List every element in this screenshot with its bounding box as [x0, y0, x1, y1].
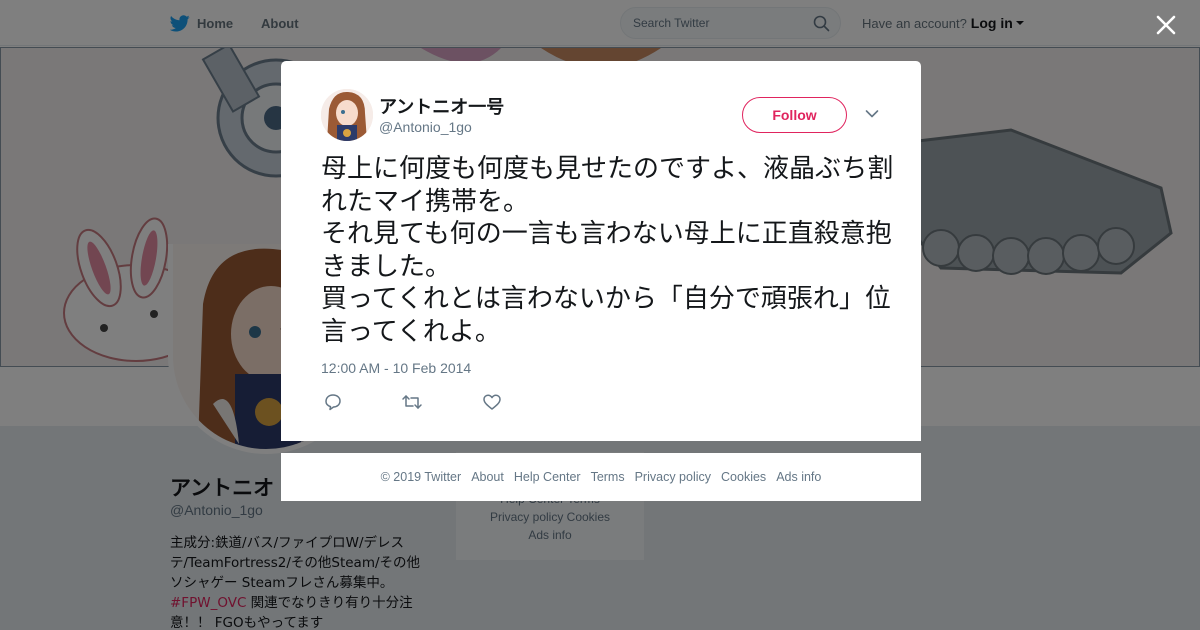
footer-link-privacy-policy[interactable]: Privacy policy	[635, 470, 711, 484]
footer-link-help-center[interactable]: Help Center	[514, 470, 581, 484]
footer-link-cookies[interactable]: Cookies	[721, 470, 766, 484]
avatar-illustration	[321, 89, 373, 141]
chevron-down-icon[interactable]	[865, 109, 879, 119]
modal-footer: © 2019 Twitter About Help Center Terms P…	[281, 453, 921, 501]
footer-link-terms[interactable]: Terms	[591, 470, 625, 484]
close-icon[interactable]	[1152, 11, 1180, 39]
tweet-text: 母上に何度も何度も見せたのですよ、液晶ぶち割れたマイ携帯を。 それ見ても何の一言…	[321, 154, 894, 347]
footer-copyright: © 2019 Twitter	[380, 470, 462, 484]
tweet-timestamp[interactable]: 12:00 AM - 10 Feb 2014	[321, 360, 471, 376]
reply-icon[interactable]	[322, 392, 344, 412]
follow-button[interactable]: Follow	[742, 97, 847, 133]
retweet-icon[interactable]	[401, 392, 423, 412]
footer-link-about[interactable]: About	[471, 470, 504, 484]
tweet-author-handle[interactable]: @Antonio_1go	[379, 119, 472, 135]
footer-link-ads-info[interactable]: Ads info	[776, 470, 821, 484]
tweet-card: アントニオ一号 @Antonio_1go Follow 母上に何度も何度も見せた…	[281, 61, 921, 441]
tweet-author-avatar[interactable]	[321, 89, 373, 141]
heart-icon[interactable]	[481, 392, 503, 412]
tweet-author-name[interactable]: アントニオ一号	[379, 93, 504, 119]
